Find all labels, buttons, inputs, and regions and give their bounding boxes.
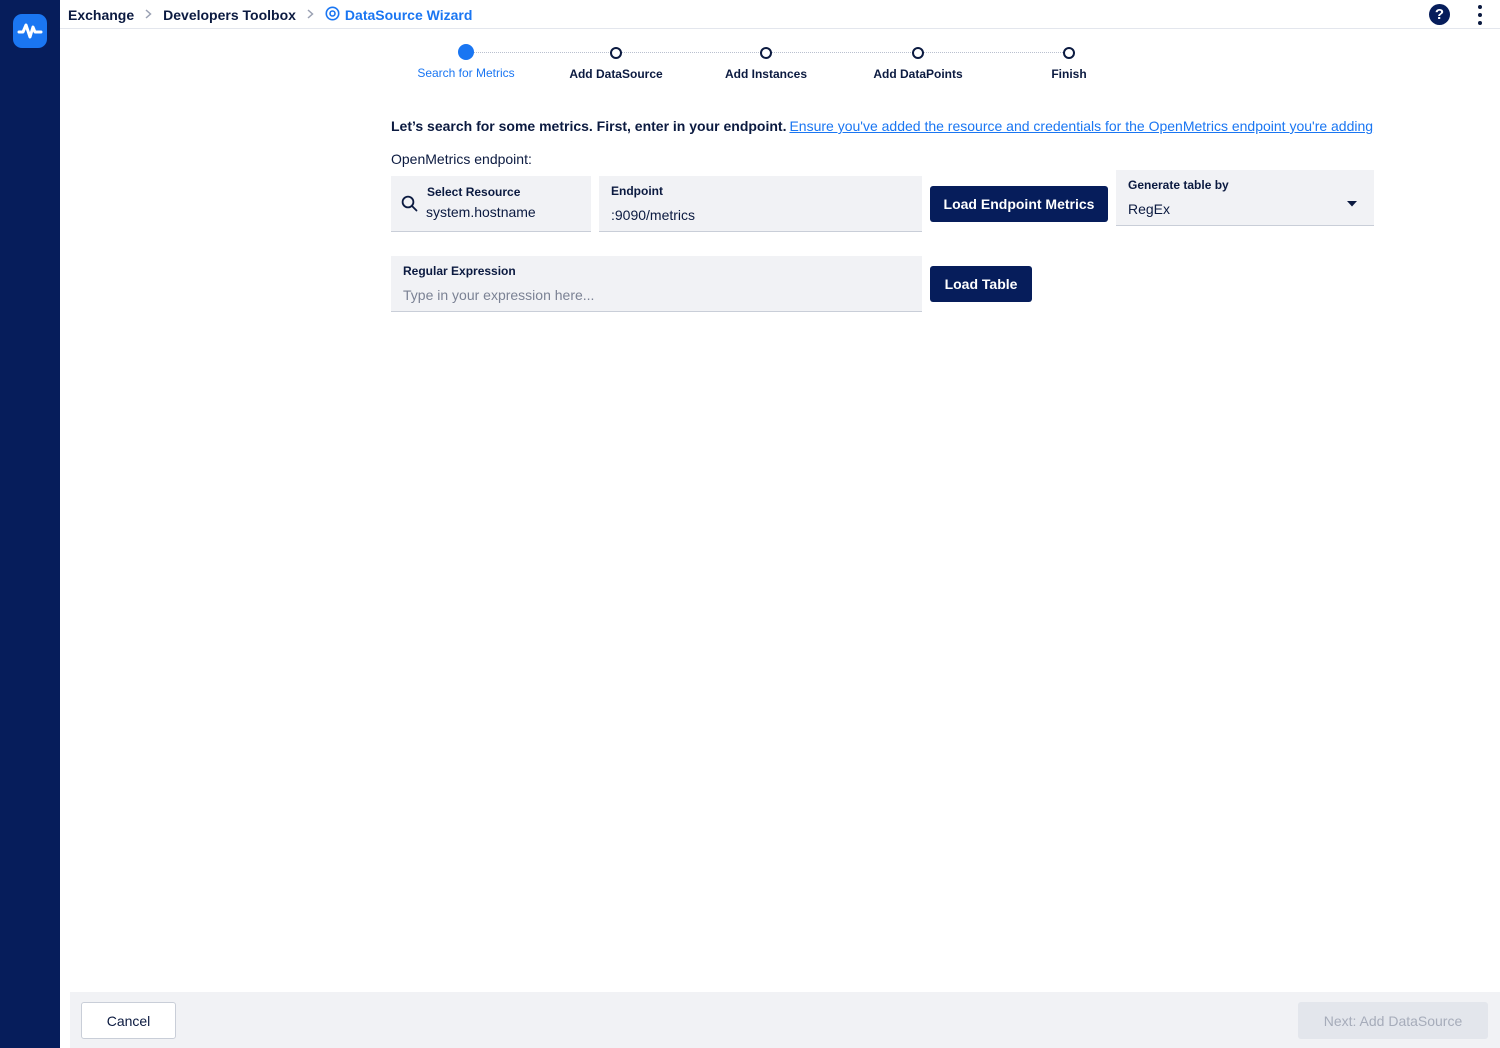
left-nav-rail [0, 0, 60, 1048]
step-dot [458, 44, 474, 60]
step-add-datapoints[interactable]: Add DataPoints [838, 44, 998, 81]
step-label: Search for Metrics [417, 66, 515, 80]
step-dot [610, 47, 622, 59]
regex-label: Regular Expression [403, 264, 516, 278]
step-dot [1063, 47, 1075, 59]
caret-down-icon [1347, 194, 1357, 212]
intro-sentence: Let’s search for some metrics. First, en… [391, 118, 787, 134]
generate-table-by-value: RegEx [1128, 201, 1171, 217]
generate-table-by-select[interactable]: Generate table by RegEx [1116, 170, 1374, 226]
intro-text: Let’s search for some metrics. First, en… [391, 118, 1373, 134]
search-icon [401, 195, 418, 217]
endpoint-value: :9090/metrics [611, 207, 696, 223]
load-table-button[interactable]: Load Table [930, 266, 1032, 302]
endpoint-section-label: OpenMetrics endpoint: [391, 151, 532, 167]
endpoint-label: Endpoint [611, 184, 663, 198]
step-finish[interactable]: Finish [989, 44, 1149, 81]
select-resource-label: Select Resource [427, 185, 521, 199]
step-label: Add DataPoints [873, 67, 963, 81]
wizard-footer: Cancel Next: Add DataSource [70, 992, 1500, 1048]
regex-field[interactable]: Regular Expression [391, 256, 922, 312]
step-label: Finish [1051, 67, 1087, 81]
endpoint-field[interactable]: Endpoint :9090/metrics [599, 176, 922, 232]
credentials-help-link[interactable]: Ensure you've added the resource and cre… [789, 118, 1373, 134]
step-add-instances[interactable]: Add Instances [686, 44, 846, 81]
load-endpoint-metrics-button[interactable]: Load Endpoint Metrics [930, 186, 1108, 222]
step-search-for-metrics[interactable]: Search for Metrics [386, 44, 546, 80]
generate-table-by-label: Generate table by [1128, 178, 1229, 192]
step-dot [760, 47, 772, 59]
wizard-stepper: Search for Metrics Add DataSource Add In… [0, 0, 1500, 90]
step-dot [912, 47, 924, 59]
select-resource-field[interactable]: Select Resource system.hostname [391, 176, 591, 232]
cancel-button[interactable]: Cancel [81, 1002, 176, 1039]
step-label: Add Instances [724, 67, 808, 81]
select-resource-value: system.hostname [426, 204, 536, 220]
regex-input[interactable] [403, 285, 903, 305]
step-add-datasource[interactable]: Add DataSource [536, 44, 696, 81]
step-label: Add DataSource [569, 67, 663, 81]
next-add-datasource-button[interactable]: Next: Add DataSource [1298, 1002, 1488, 1039]
